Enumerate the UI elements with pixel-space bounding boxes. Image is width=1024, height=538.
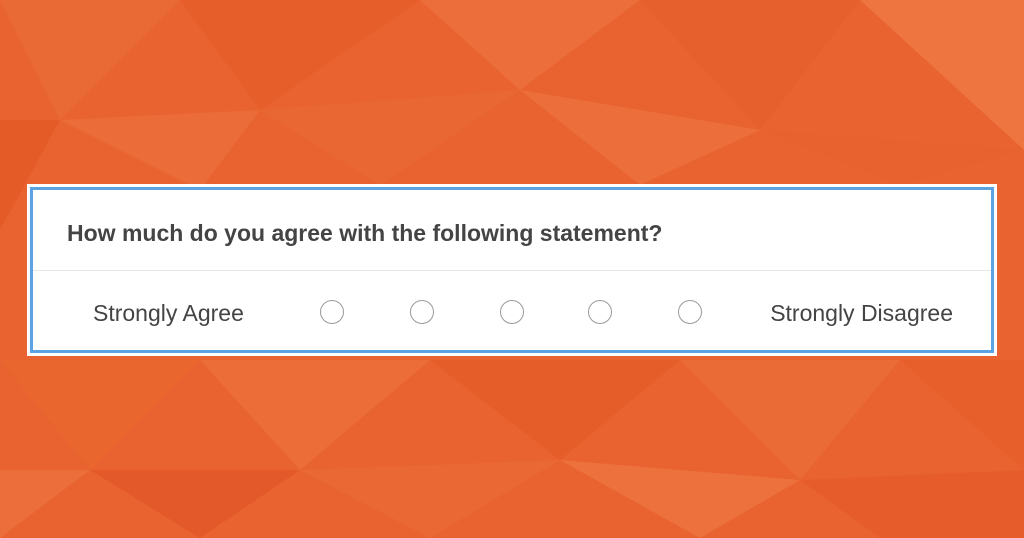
- likert-scale: Strongly Agree Strongly Disagree: [33, 271, 991, 353]
- scale-right-label: Strongly Disagree: [770, 300, 953, 326]
- radio-option-2[interactable]: [410, 300, 434, 324]
- radio-option-5[interactable]: [678, 300, 702, 324]
- radio-option-1[interactable]: [320, 300, 344, 324]
- scale-left-label: Strongly Agree: [93, 300, 244, 326]
- question-text: How much do you agree with the following…: [67, 220, 663, 246]
- survey-card: How much do you agree with the following…: [27, 184, 997, 356]
- radio-option-3[interactable]: [500, 300, 524, 324]
- radio-option-4[interactable]: [588, 300, 612, 324]
- survey-card-focus-border: How much do you agree with the following…: [30, 187, 994, 353]
